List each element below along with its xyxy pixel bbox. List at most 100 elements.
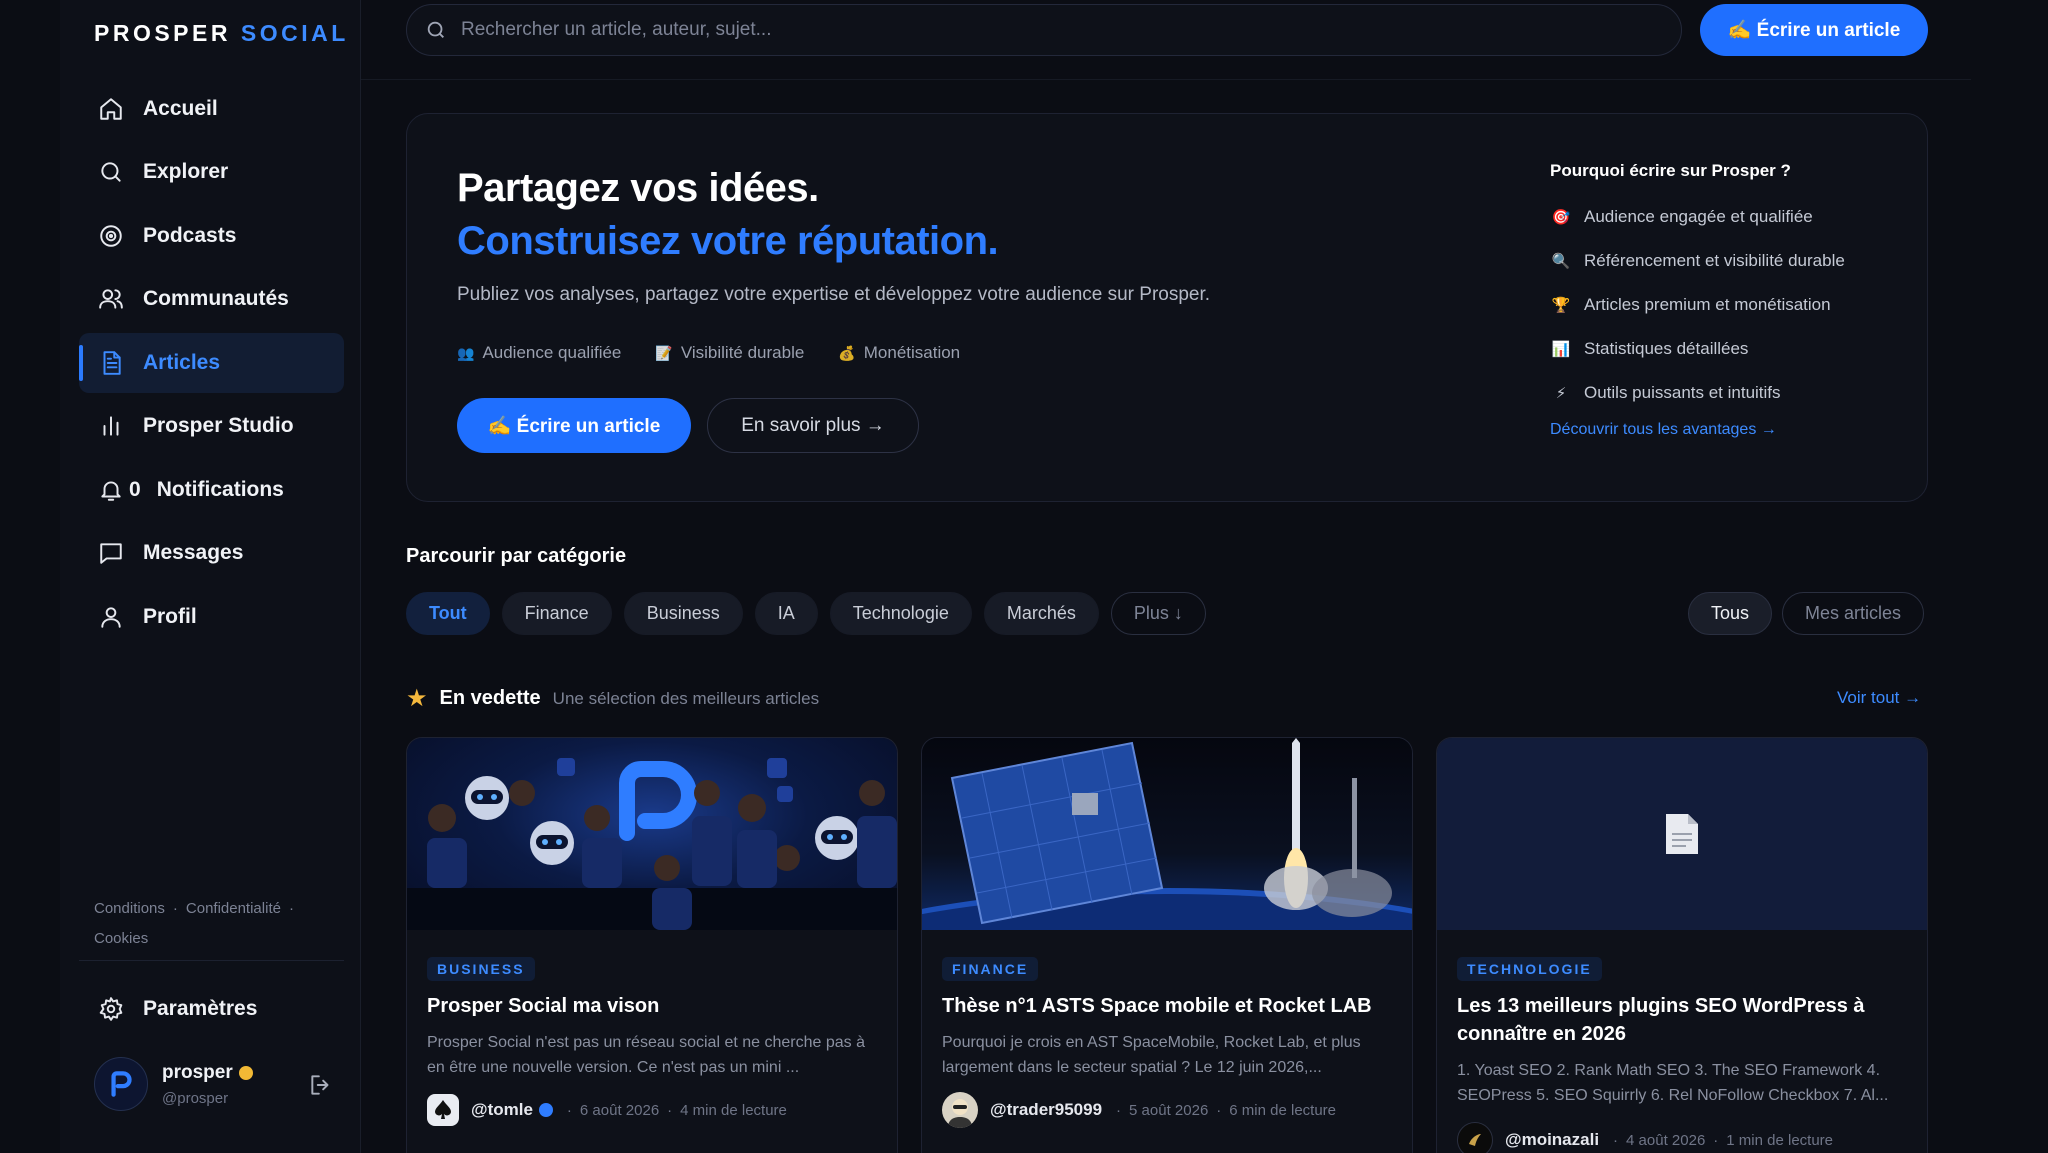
separator-dot: · bbox=[1116, 1101, 1122, 1119]
sidebar-item-articles[interactable]: Articles bbox=[79, 333, 344, 393]
satellite-rocket-illustration bbox=[922, 738, 1412, 930]
sidebar-item-label: Prosper Studio bbox=[143, 414, 294, 437]
why-item-label: Outils puissants et intuitifs bbox=[1584, 383, 1781, 402]
conditions-link[interactable]: Conditions bbox=[94, 900, 165, 917]
article-card[interactable]: TECHNOLOGIE Les 13 meilleurs plugins SEO… bbox=[1436, 737, 1928, 1153]
avatar bbox=[94, 1057, 148, 1111]
search-icon bbox=[97, 158, 125, 186]
hero-feature-label: Visibilité durable bbox=[680, 343, 805, 362]
chip-technologie[interactable]: Technologie bbox=[829, 592, 972, 635]
lightning-icon: ⚡ bbox=[1555, 385, 1567, 402]
sidebar-item-home[interactable]: Accueil bbox=[79, 79, 344, 139]
read-time: 4 min de lecture bbox=[680, 1101, 787, 1119]
sidebar-item-label: Communautés bbox=[143, 287, 289, 310]
trader-avatar-icon bbox=[948, 1099, 972, 1128]
article-meta: @tomle · 6 août 2026 · 4 min de lecture bbox=[427, 1094, 787, 1126]
profile-handle: @prosper bbox=[162, 1089, 229, 1107]
article-title[interactable]: Les 13 meilleurs plugins SEO WordPress à… bbox=[1457, 992, 1907, 1048]
stats-icon: 📊 bbox=[1551, 341, 1571, 358]
sidebar-item-notifications[interactable]: 0 Notifications bbox=[79, 460, 344, 520]
sidebar-item-profile[interactable]: Profil bbox=[79, 587, 344, 647]
logout-icon[interactable] bbox=[308, 1072, 334, 1098]
article-card[interactable]: FINANCE Thèse n°1 ASTS Space mobile et R… bbox=[921, 737, 1413, 1153]
why-item: ⚡ Outils puissants et intuitifs bbox=[1550, 371, 1890, 415]
sidebar-item-messages[interactable]: Messages bbox=[79, 523, 344, 583]
memo-icon: 📝 bbox=[655, 344, 673, 361]
featured-header: ★ En vedette Une sélection des meilleurs… bbox=[406, 684, 819, 713]
sidebar-item-explore[interactable]: Explorer bbox=[79, 142, 344, 202]
money-bag-icon: 💰 bbox=[838, 344, 856, 361]
author-avatar[interactable] bbox=[427, 1094, 459, 1126]
premium-badge-icon bbox=[238, 1065, 253, 1080]
brand-logo[interactable]: PROSPER SOCIAL bbox=[94, 20, 349, 47]
read-time: 1 min de lecture bbox=[1726, 1131, 1834, 1149]
robots-illustration bbox=[407, 758, 897, 930]
featured-title: En vedette bbox=[439, 687, 541, 709]
star-icon: ★ bbox=[406, 685, 428, 712]
write-article-button[interactable]: ✍️ Écrire un article bbox=[1700, 4, 1928, 56]
sidebar-item-podcasts[interactable]: Podcasts bbox=[79, 206, 344, 266]
filter-all[interactable]: Tous bbox=[1688, 592, 1773, 635]
filter-my-articles[interactable]: Mes articles bbox=[1782, 592, 1925, 635]
author-handle[interactable]: @moinazali bbox=[1505, 1130, 1599, 1150]
chip-finance[interactable]: Finance bbox=[501, 592, 612, 635]
author-handle[interactable]: @tomle bbox=[471, 1100, 533, 1120]
hero-feature: 👥 Audience qualifiée bbox=[457, 343, 621, 363]
chip-all[interactable]: Tout bbox=[406, 592, 490, 635]
chip-business[interactable]: Business bbox=[623, 592, 743, 635]
why-item: 🔍 Référencement et visibilité durable bbox=[1550, 239, 1890, 283]
article-date: 5 août 2026 bbox=[1129, 1101, 1209, 1119]
discover-advantages-link[interactable]: Découvrir tous les avantages → bbox=[1550, 421, 1890, 439]
search-bar[interactable] bbox=[406, 4, 1682, 56]
separator-dot: · bbox=[1713, 1131, 1719, 1149]
article-excerpt: Pourquoi je crois en AST SpaceMobile, Ro… bbox=[942, 1034, 1361, 1076]
trophy-icon: 🏆 bbox=[1551, 297, 1571, 314]
why-write-panel: Pourquoi écrire sur Prosper ? 🎯 Audience … bbox=[1550, 161, 1890, 439]
hero-title: Partagez vos idées. bbox=[457, 166, 819, 210]
settings-button[interactable]: Paramètres bbox=[79, 979, 344, 1039]
document-icon bbox=[97, 349, 125, 377]
chip-marches[interactable]: Marchés bbox=[983, 592, 1099, 635]
hero-write-button[interactable]: ✍️ Écrire un article bbox=[457, 398, 691, 453]
profile-name: prosper bbox=[162, 1061, 233, 1083]
article-date: 4 août 2026 bbox=[1626, 1131, 1706, 1149]
divider bbox=[79, 960, 344, 961]
hero-feature: 📝 Visibilité durable bbox=[655, 343, 804, 363]
podcast-icon bbox=[97, 222, 125, 250]
author-avatar[interactable] bbox=[1457, 1122, 1493, 1153]
brand-name-part2: SOCIAL bbox=[240, 20, 349, 46]
privacy-link[interactable]: Confidentialité bbox=[186, 900, 281, 917]
article-title[interactable]: Thèse n°1 ASTS Space mobile et Rocket LA… bbox=[942, 992, 1392, 1020]
notification-count: 0 bbox=[129, 478, 141, 501]
sidebar-item-communities[interactable]: Communautés bbox=[79, 269, 344, 329]
hero-panel: Partagez vos idées. Construisez votre ré… bbox=[406, 113, 1928, 502]
article-title[interactable]: Prosper Social ma vison bbox=[427, 992, 877, 1020]
article-card[interactable]: BUSINESS Prosper Social ma vison Prosper… bbox=[406, 737, 898, 1153]
footer-links: Conditions · Confidentialité · Cookies bbox=[94, 900, 294, 947]
article-category-badge: TECHNOLOGIE bbox=[1457, 957, 1602, 981]
verified-icon bbox=[538, 1103, 553, 1117]
message-icon bbox=[97, 539, 125, 567]
profile-card[interactable]: prosper @prosper bbox=[94, 1054, 334, 1114]
users-icon bbox=[97, 285, 125, 313]
chip-ia[interactable]: IA bbox=[754, 592, 818, 635]
bar-chart-icon bbox=[97, 412, 125, 440]
sidebar-item-studio[interactable]: Prosper Studio bbox=[79, 396, 344, 456]
hero-feature: 💰 Monétisation bbox=[838, 343, 960, 363]
chip-more[interactable]: Plus ↓ bbox=[1110, 592, 1206, 635]
learn-more-button[interactable]: En savoir plus → bbox=[707, 398, 919, 453]
why-item: 🎯 Audience engagée et qualifiée bbox=[1550, 195, 1890, 239]
article-meta: @trader95099 · 5 août 2026 · 6 min de le… bbox=[942, 1092, 1336, 1128]
author-avatar[interactable] bbox=[942, 1092, 978, 1128]
author-logo-icon bbox=[1469, 1134, 1481, 1146]
see-all-link[interactable]: Voir tout → bbox=[1837, 688, 1921, 708]
search-input[interactable] bbox=[461, 19, 1611, 41]
hero-subtitle: Publiez vos analyses, partagez votre exp… bbox=[457, 284, 1211, 305]
why-item-label: Référencement et visibilité durable bbox=[1584, 251, 1845, 270]
separator-dot: · bbox=[667, 1101, 673, 1119]
author-handle[interactable]: @trader95099 bbox=[990, 1100, 1102, 1120]
sidebar: PROSPER SOCIAL Accueil Explorer Podcasts… bbox=[60, 0, 361, 1153]
why-item-label: Articles premium et monétisation bbox=[1584, 295, 1831, 314]
read-time: 6 min de lecture bbox=[1229, 1101, 1337, 1119]
cookies-link[interactable]: Cookies bbox=[94, 930, 148, 947]
